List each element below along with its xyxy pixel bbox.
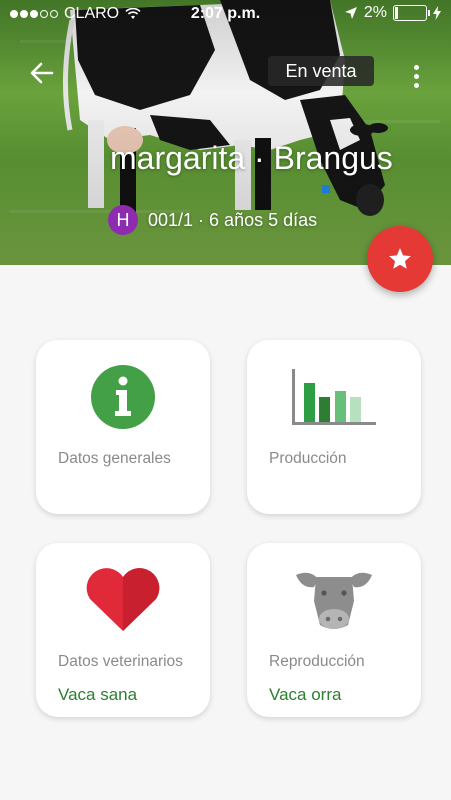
animal-name-title: margarita · Brangus <box>110 140 393 176</box>
arrow-left-icon <box>30 62 54 84</box>
dot <box>413 74 419 79</box>
card-label: Datos veterinarios <box>58 653 183 670</box>
dot <box>413 83 419 88</box>
vet-data-card[interactable]: Datos veterinarios Vaca sana <box>36 543 210 717</box>
sex-badge: H <box>108 205 138 235</box>
reproduction-card[interactable]: Reproducción Vaca orra <box>247 543 421 717</box>
card-label: Producción <box>269 450 347 467</box>
heart-icon <box>86 568 160 631</box>
charging-bolt-icon <box>433 6 441 20</box>
reproduction-status: Vaca orra <box>269 685 342 704</box>
production-card[interactable]: Producción <box>247 340 421 514</box>
health-status: Vaca sana <box>58 685 138 704</box>
card-label: Reproducción <box>269 653 365 670</box>
cow-head-icon <box>296 572 372 629</box>
back-button[interactable] <box>24 56 60 92</box>
bar-chart-icon <box>292 369 376 425</box>
info-icon <box>91 365 155 429</box>
general-data-card[interactable]: Datos generales <box>36 340 210 514</box>
more-options-button[interactable] <box>404 62 428 92</box>
dot <box>413 65 419 70</box>
battery-percent: 2% <box>363 4 387 21</box>
sale-status-chip[interactable]: En venta <box>268 56 374 86</box>
id-and-age: 001/1 · 6 años 5 días <box>148 209 318 230</box>
battery-icon <box>393 5 430 21</box>
card-label: Datos generales <box>58 450 171 467</box>
favorite-button[interactable] <box>367 226 433 292</box>
star-icon <box>389 248 411 269</box>
animal-meta: H 001/1 · 6 años 5 días <box>108 205 317 235</box>
location-arrow-icon <box>344 7 357 19</box>
status-bar: CLARO 2:07 p.m. 2% <box>0 0 451 28</box>
